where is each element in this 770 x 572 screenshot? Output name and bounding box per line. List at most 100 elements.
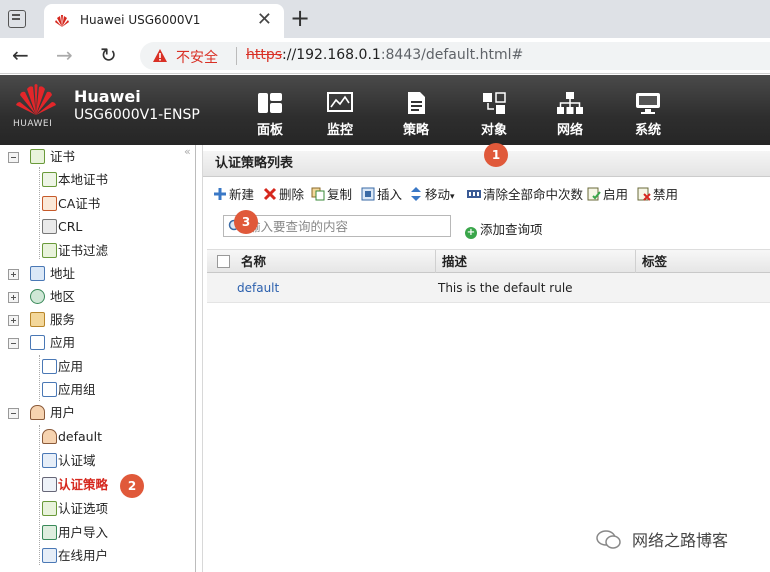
nav-system[interactable]: 系统 [618, 75, 678, 145]
nav-label: 网络 [556, 123, 583, 138]
main-content: 认证策略列表 新建 删除 复制 插入 移动▾ 清除全部命中次数 启用 禁用 输入… [202, 145, 770, 572]
nav-network[interactable]: 网络 [540, 75, 600, 145]
service-icon [30, 312, 45, 327]
copy-icon [311, 187, 325, 201]
tree-node-local-cert[interactable]: 本地证书 [0, 169, 180, 191]
watermark: 网络之路博客 [596, 526, 766, 552]
tree-node-application[interactable]: 应用 [0, 332, 180, 354]
copy-button[interactable]: 复制 [311, 185, 352, 205]
forward-button[interactable]: → [56, 43, 73, 67]
column-name[interactable]: 名称 [235, 250, 435, 274]
expand-toggle-icon[interactable] [8, 269, 19, 280]
browser-tabstrip: Huawei USG6000V1 ✕ + [0, 0, 770, 38]
delete-button[interactable]: 删除 [263, 185, 304, 205]
disable-button[interactable]: 禁用 [637, 185, 678, 205]
search-input[interactable] [248, 217, 448, 235]
collapse-sidebar-icon[interactable]: « [184, 145, 191, 158]
policy-description: This is the default rule [438, 281, 573, 295]
new-tab-button[interactable]: + [290, 6, 310, 30]
tree-node-user-import[interactable]: 用户导入 [0, 522, 180, 544]
add-icon [214, 188, 226, 200]
move-icon [411, 187, 421, 201]
reload-button[interactable]: ↻ [100, 43, 117, 67]
tree-node-app-group[interactable]: 应用组 [0, 379, 180, 401]
globe-icon [30, 289, 45, 304]
address-icon [30, 266, 45, 281]
select-all-checkbox[interactable] [217, 255, 230, 268]
application-group-icon [42, 382, 57, 397]
tree-node-default[interactable]: default [0, 426, 180, 448]
insert-button[interactable]: 插入 [361, 185, 402, 205]
tree-node-region[interactable]: 地区 [0, 286, 180, 308]
tree-node-auth-options[interactable]: 认证选项 [0, 498, 180, 520]
tree-node-service[interactable]: 服务 [0, 309, 180, 331]
tree-node-online-users[interactable]: 在线用户 [0, 545, 180, 567]
url-field[interactable]: 不安全 https://192.168.0.1:8443/default.htm… [140, 42, 770, 70]
column-tag[interactable]: 标签 [635, 250, 770, 274]
watermark-text: 网络之路博客 [632, 531, 729, 550]
nav-policy[interactable]: 策略 [386, 75, 446, 145]
browser-tab[interactable]: Huawei USG6000V1 ✕ [44, 4, 284, 38]
add-circle-icon: + [465, 227, 477, 239]
collapse-toggle-icon[interactable] [8, 408, 19, 419]
tree-node-address[interactable]: 地址 [0, 263, 180, 285]
nav-monitor[interactable]: 监控 [310, 75, 370, 145]
tree-node-app[interactable]: 应用 [0, 356, 180, 378]
application-icon [30, 335, 45, 350]
auth-options-icon [42, 501, 57, 516]
collapse-toggle-icon[interactable] [8, 152, 19, 163]
policy-name-link[interactable]: default [237, 273, 279, 303]
window-menu-icon[interactable] [8, 10, 26, 28]
crl-icon [42, 219, 57, 234]
annotation-badge: 1 [484, 143, 508, 167]
nav-label: 系统 [634, 123, 661, 138]
logo-wordmark: HUAWEI [13, 119, 53, 129]
network-icon [557, 92, 583, 114]
security-status[interactable]: 不安全 [176, 47, 218, 67]
table-header: 名称 描述 标签 [207, 249, 770, 274]
add-query-button[interactable]: + 添加查询项 [465, 219, 543, 239]
enable-button[interactable]: 启用 [587, 185, 628, 205]
cert-filter-icon [42, 243, 57, 258]
certificate-icon [30, 149, 45, 164]
tree-node-auth-policy[interactable]: 认证策略 [0, 474, 180, 496]
object-icon [483, 92, 506, 114]
tree-node-ca-cert[interactable]: CA证书 [0, 193, 180, 215]
annotation-badge: 3 [234, 210, 258, 234]
disable-icon [637, 187, 651, 201]
url-text: https://192.168.0.1:8443/default.html# [246, 47, 524, 63]
application-icon [42, 359, 57, 374]
table-row[interactable]: default This is the default rule [207, 273, 770, 303]
collapse-toggle-icon[interactable] [8, 338, 19, 349]
clear-hits-button[interactable]: 清除全部命中次数 [467, 185, 583, 205]
auth-domain-icon [42, 453, 57, 468]
tree-node-crl[interactable]: CRL [0, 216, 180, 238]
nav-object[interactable]: 对象 [464, 75, 524, 145]
tree-node-user[interactable]: 用户 [0, 402, 180, 424]
tree-node-auth-domain[interactable]: 认证域 [0, 450, 180, 472]
annotation-badge: 2 [120, 474, 144, 498]
url-divider [236, 47, 237, 65]
ca-certificate-icon [42, 196, 57, 211]
expand-toggle-icon[interactable] [8, 315, 19, 326]
expand-toggle-icon[interactable] [8, 292, 19, 303]
certificate-icon [42, 172, 57, 187]
huawei-logo-icon [16, 84, 56, 115]
warning-icon [153, 49, 167, 62]
monitor-icon [327, 92, 353, 112]
nav-dashboard[interactable]: 面板 [240, 75, 300, 145]
clear-hits-icon [467, 190, 481, 198]
address-bar: ← → ↻ 不安全 https://192.168.0.1:8443/defau… [0, 38, 770, 74]
sidebar-tree: « 证书 本地证书 CA证书 CRL 证书过滤 地址 地区 服务 应用 应用 应… [0, 145, 196, 572]
dropdown-arrow-icon: ▾ [450, 192, 455, 202]
column-description[interactable]: 描述 [435, 250, 635, 274]
online-users-icon [42, 548, 57, 563]
close-tab-icon[interactable]: ✕ [257, 10, 272, 30]
move-button[interactable]: 移动▾ [409, 185, 455, 205]
new-button[interactable]: 新建 [213, 185, 254, 205]
app-header: HUAWEI Huawei USG6000V1-ENSP 面板 监控 策略 对象 [0, 75, 770, 145]
tree-node-certificate[interactable]: 证书 [0, 146, 180, 168]
nav-label: 对象 [480, 123, 507, 138]
back-button[interactable]: ← [12, 43, 29, 67]
tree-node-cert-filter[interactable]: 证书过滤 [0, 240, 180, 262]
